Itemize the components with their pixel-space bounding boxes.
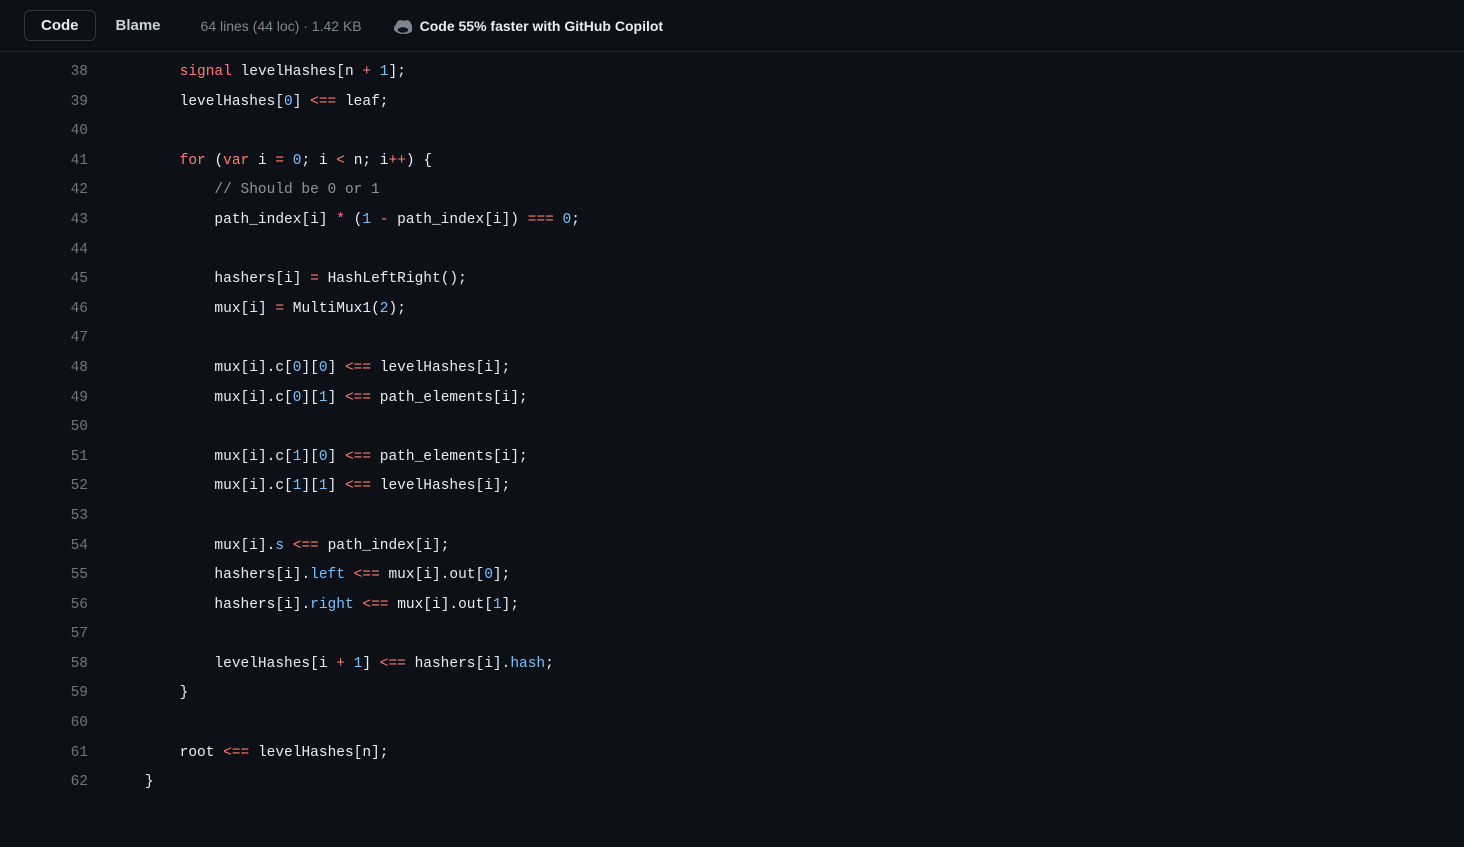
line-number[interactable]: 39: [0, 88, 110, 118]
line-number[interactable]: 48: [0, 354, 110, 384]
tab-blame[interactable]: Blame: [100, 11, 177, 40]
copilot-icon: [394, 17, 412, 35]
line-number[interactable]: 40: [0, 117, 110, 147]
line-number[interactable]: 44: [0, 236, 110, 266]
code-line: [110, 709, 1464, 739]
code-line: path_index[i] * (1 - path_index[i]) === …: [110, 206, 1464, 236]
code-line: [110, 620, 1464, 650]
code-line: [110, 413, 1464, 443]
code-line: for (var i = 0; i < n; i++) {: [110, 147, 1464, 177]
line-number[interactable]: 43: [0, 206, 110, 236]
line-number-gutter: 3839404142434445464748495051525354555657…: [0, 58, 110, 798]
line-number[interactable]: 54: [0, 532, 110, 562]
line-number[interactable]: 60: [0, 709, 110, 739]
line-number[interactable]: 56: [0, 591, 110, 621]
file-info-text: 64 lines (44 loc) · 1.42 KB: [201, 18, 362, 34]
code-line: hashers[i].left <== mux[i].out[0];: [110, 561, 1464, 591]
code-line: mux[i].c[1][0] <== path_elements[i];: [110, 443, 1464, 473]
code-line: mux[i].c[0][1] <== path_elements[i];: [110, 384, 1464, 414]
code-line: levelHashes[0] <== leaf;: [110, 88, 1464, 118]
tab-code[interactable]: Code: [24, 10, 96, 41]
code-line: mux[i].c[1][1] <== levelHashes[i];: [110, 472, 1464, 502]
line-number[interactable]: 42: [0, 176, 110, 206]
code-line: mux[i] = MultiMux1(2);: [110, 295, 1464, 325]
line-number[interactable]: 59: [0, 679, 110, 709]
line-number[interactable]: 52: [0, 472, 110, 502]
line-number[interactable]: 61: [0, 739, 110, 769]
line-number[interactable]: 47: [0, 324, 110, 354]
line-number[interactable]: 49: [0, 384, 110, 414]
code-line: [110, 236, 1464, 266]
line-number[interactable]: 57: [0, 620, 110, 650]
code-line: signal levelHashes[n + 1];: [110, 58, 1464, 88]
line-number[interactable]: 62: [0, 768, 110, 798]
line-number[interactable]: 53: [0, 502, 110, 532]
code-line: levelHashes[i + 1] <== hashers[i].hash;: [110, 650, 1464, 680]
line-number[interactable]: 41: [0, 147, 110, 177]
code-line: root <== levelHashes[n];: [110, 739, 1464, 769]
line-number[interactable]: 46: [0, 295, 110, 325]
code-line: [110, 502, 1464, 532]
line-number[interactable]: 58: [0, 650, 110, 680]
code-line: hashers[i] = HashLeftRight();: [110, 265, 1464, 295]
code-line: hashers[i].right <== mux[i].out[1];: [110, 591, 1464, 621]
code-line: [110, 117, 1464, 147]
copilot-promo-text: Code 55% faster with GitHub Copilot: [420, 18, 663, 34]
line-number[interactable]: 51: [0, 443, 110, 473]
file-toolbar: Code Blame 64 lines (44 loc) · 1.42 KB C…: [0, 0, 1464, 52]
code-line: // Should be 0 or 1: [110, 176, 1464, 206]
view-tabs: Code Blame: [24, 10, 177, 41]
line-number[interactable]: 45: [0, 265, 110, 295]
line-number[interactable]: 55: [0, 561, 110, 591]
copilot-promo[interactable]: Code 55% faster with GitHub Copilot: [394, 17, 663, 35]
code-line: mux[i].c[0][0] <== levelHashes[i];: [110, 354, 1464, 384]
code-line: [110, 324, 1464, 354]
code-line: mux[i].s <== path_index[i];: [110, 532, 1464, 562]
line-number[interactable]: 38: [0, 58, 110, 88]
code-content[interactable]: signal levelHashes[n + 1]; levelHashes[0…: [110, 58, 1464, 798]
line-number[interactable]: 50: [0, 413, 110, 443]
code-line: }: [110, 768, 1464, 798]
code-viewer: 3839404142434445464748495051525354555657…: [0, 52, 1464, 798]
code-line: }: [110, 679, 1464, 709]
